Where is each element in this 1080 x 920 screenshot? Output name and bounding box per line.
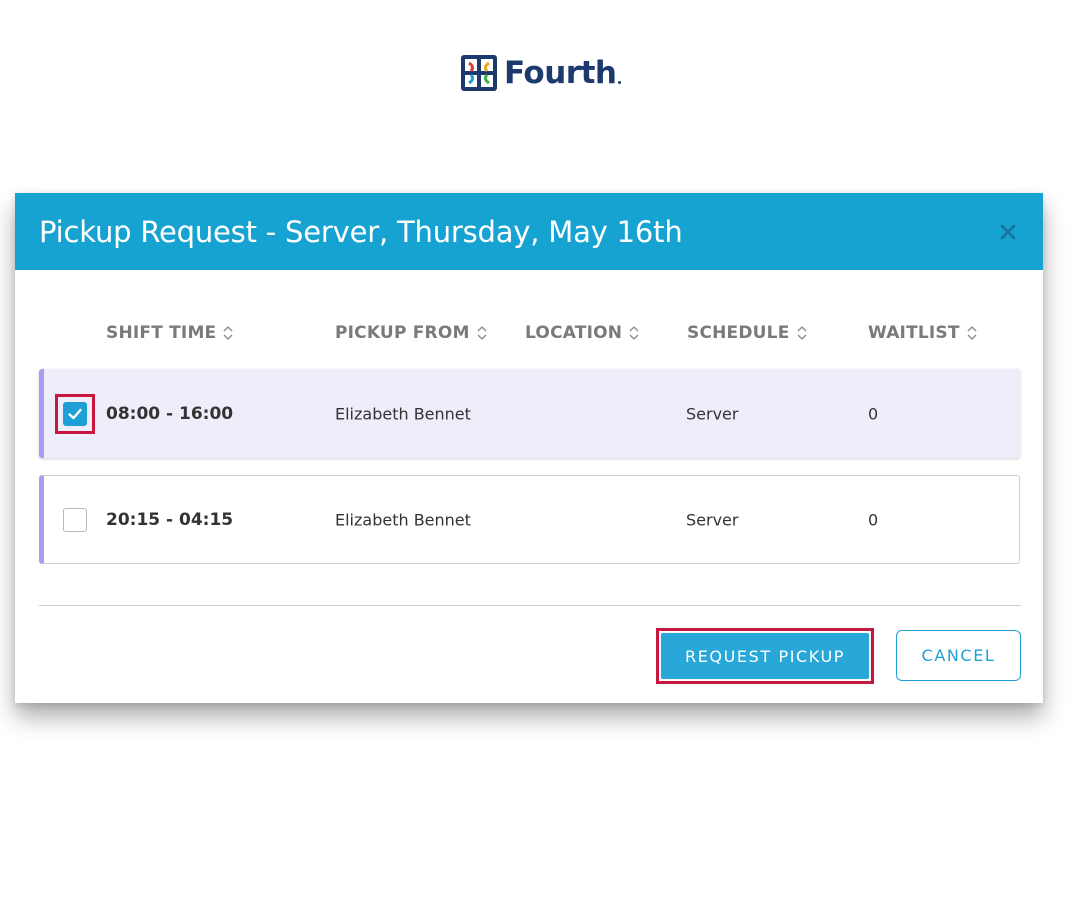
waitlist-count: 0 [868, 510, 879, 529]
column-header-shift-time[interactable]: SHIFT TIME [106, 323, 234, 343]
brand-name: Fourth [504, 55, 617, 91]
column-header-location[interactable]: LOCATION [525, 323, 640, 343]
waitlist-count: 0 [868, 404, 879, 423]
schedule: Server [686, 510, 739, 529]
close-icon [1000, 224, 1016, 239]
modal-title: Pickup Request - Server, Thursday, May 1… [39, 214, 683, 249]
shift-row[interactable]: 20:15 - 04:15 Elizabeth Bennet Server 0 [39, 475, 1020, 564]
shift-row[interactable]: 08:00 - 16:00 Elizabeth Bennet Server 0 [39, 369, 1020, 458]
column-header-waitlist[interactable]: WAITLIST [868, 323, 978, 343]
close-button[interactable] [995, 219, 1021, 245]
sort-icon [629, 326, 639, 340]
modal-header: Pickup Request - Server, Thursday, May 1… [15, 193, 1043, 270]
sort-icon [967, 326, 977, 340]
column-header-pickup-from[interactable]: PICKUP FROM [335, 323, 488, 343]
pickup-request-modal: Pickup Request - Server, Thursday, May 1… [15, 193, 1043, 703]
shift-checkbox[interactable] [63, 401, 87, 426]
pickup-from: Elizabeth Bennet [335, 510, 471, 529]
request-pickup-button[interactable]: REQUEST PICKUP [661, 633, 869, 679]
fourth-logo: Fourth [460, 54, 622, 92]
column-header-schedule[interactable]: SCHEDULE [687, 323, 808, 343]
sort-icon [477, 326, 487, 340]
sort-icon [797, 326, 806, 340]
shift-checkbox[interactable] [63, 507, 87, 532]
checkbox-highlight [55, 393, 95, 434]
checkmark-icon [68, 408, 82, 419]
fourth-logo-icon [461, 55, 497, 91]
pickup-from: Elizabeth Bennet [335, 404, 471, 423]
shift-time: 08:00 - 16:00 [106, 403, 234, 424]
table-header: SHIFT TIME PICKUP FROM LOCATION SCHEDULE… [15, 323, 1043, 347]
shift-time: 20:15 - 04:15 [106, 509, 234, 530]
schedule: Server [686, 404, 739, 423]
request-pickup-highlight: REQUEST PICKUP [656, 628, 874, 684]
brand-dot [618, 81, 622, 84]
footer-divider [39, 605, 1021, 606]
checkbox-container [55, 500, 95, 540]
sort-icon [223, 326, 233, 340]
cancel-button[interactable]: CANCEL [896, 630, 1021, 681]
